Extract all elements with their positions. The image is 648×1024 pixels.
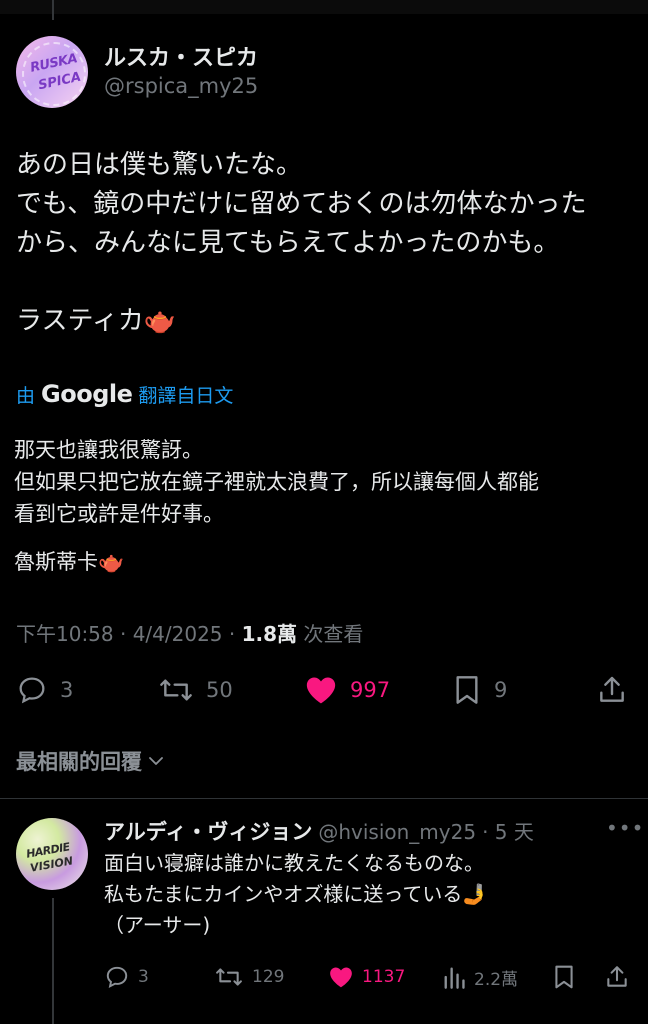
reply-avatar[interactable]: HARDIE VISION	[16, 818, 88, 890]
author-handle[interactable]: @rspica_my25	[104, 74, 258, 98]
reply-display-name[interactable]: アルディ・ヴィジョン	[104, 816, 312, 846]
reply-icon	[104, 964, 130, 990]
like-button[interactable]: 997	[304, 674, 390, 706]
bookmark-icon	[452, 674, 482, 706]
retweet-button[interactable]: 50	[158, 674, 233, 706]
thread-connector	[52, 898, 54, 1024]
reply-age[interactable]: · 5 天	[482, 816, 534, 845]
views-count: 2.2萬	[474, 969, 519, 990]
tweet-text: あの日は僕も驚いたな。 でも、鏡の中だけに留めておくのは勿体なかった から、みん…	[16, 150, 587, 336]
reply-views-button[interactable]: 2.2萬	[442, 964, 518, 990]
reply-handle[interactable]: @hvision_my25	[318, 820, 476, 844]
share-icon	[596, 674, 628, 706]
author-display-name[interactable]: ルスカ・スピカ	[104, 40, 258, 72]
reply-like-button[interactable]: 1137	[328, 964, 405, 990]
reply-retweet-button[interactable]: 129	[214, 964, 284, 990]
reply-icon	[16, 674, 48, 706]
share-icon	[604, 964, 630, 990]
heart-icon	[328, 964, 354, 990]
share-button[interactable]	[596, 674, 628, 706]
reply-bookmark-button[interactable]	[552, 964, 576, 990]
reply-share-button[interactable]	[604, 964, 630, 990]
translated-text: 那天也讓我很驚訝。 但如果只把它放在鏡子裡就太浪費了，所以讓每個人都能 看到它或…	[14, 438, 539, 526]
reply-count: 3	[60, 678, 74, 702]
analytics-icon	[442, 964, 466, 990]
translate-prefix: 由	[16, 384, 36, 407]
bookmark-count: 9	[494, 678, 508, 702]
reply-button[interactable]: 3	[16, 674, 73, 706]
bookmark-icon	[552, 964, 576, 990]
retweet-icon	[214, 964, 244, 990]
top-bar	[0, 0, 648, 14]
reply-sort-dropdown[interactable]: 最相關的回覆	[16, 746, 166, 776]
heart-icon	[304, 674, 338, 706]
translated-signature: 魯斯蒂卡🫖	[14, 550, 125, 574]
chevron-down-icon	[146, 751, 166, 771]
bookmark-button[interactable]: 9	[452, 674, 507, 706]
retweet-count: 50	[206, 678, 233, 702]
avatar[interactable]: RUSKA SPICA	[16, 36, 88, 108]
like-count: 1137	[362, 967, 406, 987]
translate-suffix: 翻譯自日文	[138, 384, 234, 407]
reply-text: 面白い寝癖は誰かに教えたくなるものな。 私もたまにカインやオズ様に送っている🤳 …	[104, 851, 488, 937]
reply-reply-button[interactable]: 3	[104, 964, 149, 990]
reply-count: 3	[138, 967, 149, 987]
view-label: 次查看	[297, 622, 364, 646]
translation-attribution[interactable]: 由 Google 翻譯自日文	[16, 380, 233, 408]
divider	[0, 798, 648, 799]
sort-label: 最相關的回覆	[16, 750, 142, 774]
more-options-icon[interactable]: •••	[606, 816, 644, 840]
retweet-icon	[158, 674, 194, 706]
timestamp[interactable]: 下午10:58 · 4/4/2025 ·	[16, 622, 242, 646]
retweet-count: 129	[252, 967, 285, 987]
google-logo: Google	[41, 380, 133, 408]
reply-header: アルディ・ヴィジョン @hvision_my25 · 5 天	[104, 816, 534, 846]
thread-connector	[52, 0, 54, 20]
tweet-meta: 下午10:58 · 4/4/2025 · 1.8萬 次查看	[16, 618, 363, 647]
view-count: 1.8萬	[241, 622, 298, 646]
like-count: 997	[350, 678, 391, 702]
